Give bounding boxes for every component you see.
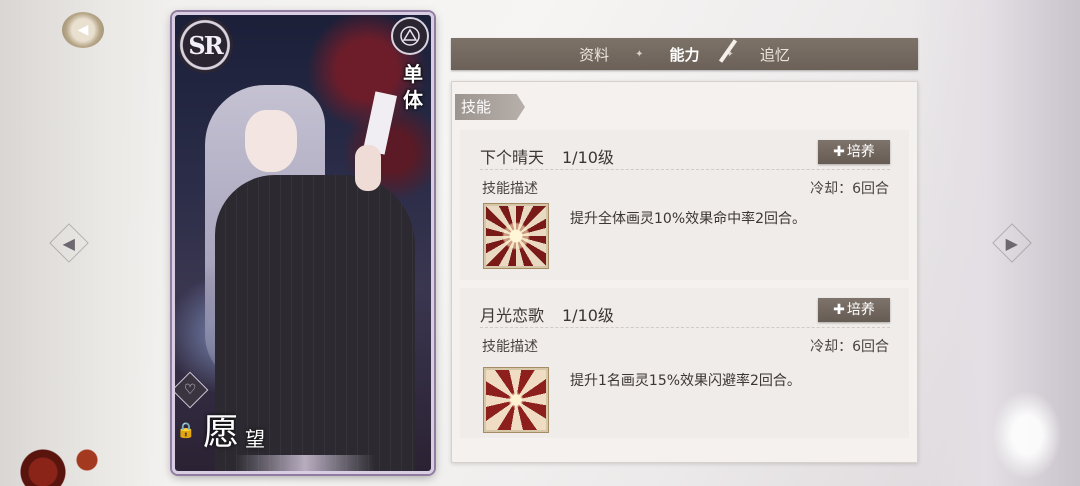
skill-description-label: 技能描述 (482, 181, 538, 197)
skill-level: 1/10级 (562, 148, 614, 167)
roses-decoration (10, 436, 120, 486)
character-card[interactable]: SR 单体 ♡ 🔒 愿 望 (172, 12, 434, 474)
skill-description: 提升全体画灵10%效果命中率2回合。 (570, 211, 807, 227)
skill-name: 下个晴天 (480, 148, 545, 167)
tab-separator: ✦ (635, 48, 644, 60)
tab-profile[interactable]: 资料 (553, 44, 635, 65)
train-button-label: 培养 (846, 302, 875, 318)
skill-description: 提升1名画灵15%效果闪避率2回合。 (570, 373, 801, 389)
skill-cooldown: 冷却：6回合 (810, 181, 889, 197)
sunburst-skill-icon (484, 204, 548, 268)
target-type-label: 单体 (403, 62, 423, 112)
arrow-right-icon: ▶ (1005, 233, 1019, 253)
card-name-main: 愿 (203, 412, 240, 453)
tab-ability-label: 能力 (669, 45, 700, 64)
background-left (0, 0, 180, 486)
plus-icon: ✚ (833, 144, 845, 160)
rarity-badge: SR (177, 17, 233, 73)
skill-cooldown: 冷却：6回合 (810, 339, 889, 355)
skill-header: 月光恋歌 1/10级 ✚ 培养 (480, 298, 890, 328)
tab-memories[interactable]: 追忆 (734, 44, 816, 65)
card-name-sub: 望 (245, 427, 265, 451)
card-art-face (245, 110, 297, 172)
skill-card: 下个晴天 1/10级 ✚ 培养 技能描述 冷却：6回合 提升全体画灵10%效果命中… (460, 130, 909, 280)
skill-card: 月光恋歌 1/10级 ✚ 培养 技能描述 冷却：6回合 提升1名画灵15%效果闪避… (460, 288, 909, 438)
train-button-label: 培养 (846, 144, 875, 160)
tab-ability[interactable]: 能力 (643, 38, 737, 65)
back-button[interactable]: ◀ (62, 12, 104, 48)
card-art-hand (355, 145, 381, 191)
section-label: 技能 (455, 94, 525, 120)
plus-icon: ✚ (833, 302, 845, 318)
wing-decoration (992, 390, 1062, 480)
skill-name: 月光恋歌 (480, 306, 545, 325)
back-arrow-icon: ◀ (77, 22, 89, 38)
skills-panel: 技能 下个晴天 1/10级 ✚ 培养 技能描述 冷却：6回合 提升全体画灵10%效… (451, 81, 918, 463)
skill-level: 1/10级 (562, 306, 614, 325)
skill-header: 下个晴天 1/10级 ✚ 培养 (480, 140, 890, 170)
train-button[interactable]: ✚ 培养 (818, 140, 890, 164)
card-frame-ornament (235, 455, 375, 471)
swirl-skill-icon (484, 368, 548, 432)
tab-bar: 资料 ✦ 能力 ✦ 追忆 (451, 38, 918, 70)
skill-description-label: 技能描述 (482, 339, 538, 355)
rarity-text: SR (188, 30, 223, 60)
arrow-left-icon: ◀ (62, 233, 76, 253)
type-icon (391, 17, 429, 55)
lock-icon[interactable]: 🔒 (175, 417, 197, 443)
train-button[interactable]: ✚ 培养 (818, 298, 890, 322)
